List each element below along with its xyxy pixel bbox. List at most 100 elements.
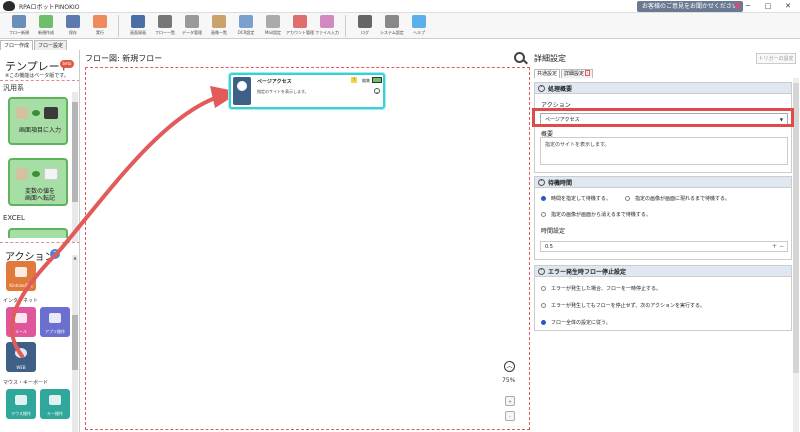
- detail-tab-bar: 共通設定 詳細設定!: [534, 69, 594, 78]
- beta-badge: beta: [60, 60, 74, 68]
- template-card-transfer[interactable]: 変数の値を 画面へ転記: [8, 158, 68, 206]
- tab-detail-label: 詳細設定: [564, 71, 585, 77]
- card-label: 画面項目に入力: [18, 127, 61, 134]
- ribbon-button-label: 画像一覧: [211, 30, 227, 35]
- ribbon-button-label: アカウント管理: [286, 30, 314, 35]
- action-scrollbar[interactable]: ▲: [72, 255, 78, 432]
- wait-time-input[interactable]: 0.5 + −: [540, 241, 788, 252]
- ribbon-button-help[interactable]: ヘルプ: [406, 13, 432, 39]
- detail-scrollbar[interactable]: [793, 78, 799, 432]
- error-option-continue[interactable]: エラーが発生してもフローを停止せず、次のアクションを実行する。: [541, 302, 705, 309]
- summary-textarea[interactable]: 指定のサイトを表示します。: [540, 137, 788, 165]
- ribbon-button-mail[interactable]: Mail設定: [260, 13, 286, 39]
- ribbon-button-data[interactable]: データ管理: [179, 13, 205, 39]
- tile-mouse[interactable]: マウス操作: [6, 389, 36, 419]
- wait-option-disappear[interactable]: 指定の画像が画面から消えるまで待機する。: [541, 211, 651, 218]
- feedback-button[interactable]: お客様のご意見をお聞かせください: [637, 1, 744, 12]
- ribbon-button-account[interactable]: アカウント管理: [286, 13, 314, 39]
- node-toggle[interactable]: [372, 77, 382, 83]
- error-option-pause[interactable]: エラーが発生した場合、フローを一時停止する。: [541, 285, 661, 292]
- tile-web[interactable]: WEB: [6, 342, 36, 372]
- template-scrollbar[interactable]: [72, 92, 78, 242]
- stepper-icon[interactable]: + −: [772, 242, 784, 252]
- tile-mail[interactable]: メール: [6, 307, 36, 337]
- ribbon-button-new-flow[interactable]: フロー新規: [6, 13, 32, 39]
- new-flow-icon: [12, 15, 26, 28]
- gear-icon: [385, 15, 399, 28]
- radio-label: 時間を指定して待機する。: [551, 196, 611, 202]
- help-icon: [412, 15, 426, 28]
- wait-option-time[interactable]: 時間を指定して待機する。: [541, 195, 611, 202]
- card-label-line-2: 画面へ転記: [24, 195, 55, 202]
- tab-common-settings[interactable]: 共通設定: [534, 69, 561, 78]
- record-icon: [131, 15, 145, 28]
- radio-selected[interactable]: [541, 320, 546, 325]
- section-header[interactable]: ˄ 待機時間: [535, 177, 791, 188]
- ribbon-button-create[interactable]: 新規作成: [33, 13, 59, 39]
- ribbon-button-images[interactable]: 画像一覧: [206, 13, 232, 39]
- section-header[interactable]: ˄ エラー発生時フロー停止設定: [535, 266, 791, 277]
- tab-flow-settings[interactable]: フロー設定: [34, 40, 68, 50]
- internet-section-label: インターネット: [3, 298, 39, 304]
- help-icon[interactable]: ?: [50, 249, 60, 259]
- error-option-follow[interactable]: フロー全体の設定に従う。: [541, 319, 611, 326]
- close-button[interactable]: ✕: [778, 0, 798, 13]
- tile-label: アプリ操作: [45, 329, 65, 334]
- mouse-icon: [15, 395, 27, 405]
- scroll-up-icon[interactable]: ▲: [72, 255, 78, 261]
- globe-icon: [15, 348, 27, 358]
- ribbon-button-gear[interactable]: システム設定: [379, 13, 405, 39]
- zoom-out-button[interactable]: -: [505, 411, 515, 421]
- radio-label: フロー全体の設定に従う。: [551, 320, 611, 326]
- radio-label: 指定の画像が画面から消えるまで待機する。: [551, 212, 651, 218]
- screen-icon: [44, 168, 58, 180]
- search-icon[interactable]: [514, 52, 525, 63]
- arrow-icon: [32, 171, 40, 177]
- ribbon-button-file[interactable]: ファイル入力: [314, 13, 340, 39]
- radio-selected[interactable]: [541, 196, 546, 201]
- ribbon-separator: [118, 15, 119, 37]
- radio[interactable]: [541, 212, 546, 217]
- chevron-up-icon[interactable]: ︿: [504, 361, 515, 372]
- minimize-button[interactable]: ─: [738, 0, 758, 13]
- template-card-excel[interactable]: [8, 228, 68, 238]
- cloud-icon: [15, 267, 27, 277]
- tile-kintone[interactable]: Kintone連携: [6, 261, 36, 291]
- wait-option-appear[interactable]: 指定の画像が画面に現れるまで待機する。: [625, 195, 730, 202]
- time-setting-label: 時間設定: [541, 228, 566, 235]
- scrollbar-thumb[interactable]: [72, 315, 78, 370]
- ribbon-button-save[interactable]: 保存: [60, 13, 86, 39]
- maximize-button[interactable]: □: [758, 0, 778, 13]
- excel-section-label: EXCEL: [3, 214, 25, 222]
- flow-title: フロー図: 新規フロー: [85, 54, 163, 63]
- ribbon-button-label: OCR設定: [237, 30, 255, 35]
- tab-detail-settings[interactable]: 詳細設定!: [561, 69, 594, 78]
- mail-icon: [266, 15, 280, 28]
- template-card-input[interactable]: 画面項目に入力: [8, 97, 68, 145]
- window-controls: ─ □ ✕: [738, 0, 798, 13]
- keyboard-icon: [49, 395, 61, 405]
- tile-app[interactable]: アプリ操作: [40, 307, 70, 337]
- card-label: 変数の値を 画面へ転記: [10, 188, 70, 202]
- ribbon-button-list[interactable]: フロー一覧: [152, 13, 178, 39]
- ribbon-button-ocr[interactable]: OCR設定: [233, 13, 259, 39]
- section-header[interactable]: ˄ 処理概要: [535, 83, 791, 94]
- tile-key[interactable]: キー操作: [40, 389, 70, 419]
- radio[interactable]: [541, 303, 546, 308]
- radio[interactable]: [625, 196, 630, 201]
- flow-canvas[interactable]: [85, 67, 530, 430]
- trigger-settings-button[interactable]: トリガーの設定: [756, 53, 796, 64]
- zoom-in-button[interactable]: +: [505, 396, 515, 406]
- node-edit-label[interactable]: 編集: [362, 78, 370, 84]
- radio-label: 指定の画像が画面に現れるまで待機する。: [635, 196, 731, 202]
- ribbon-button-record[interactable]: 画面録画: [125, 13, 151, 39]
- app-logo-icon: [3, 1, 15, 11]
- ribbon-button-run[interactable]: 実行: [87, 13, 113, 39]
- flow-node-page-access[interactable]: ページアクセス 指定のサイトを表示します。 ! 編集 ⌄: [229, 73, 385, 109]
- radio[interactable]: [541, 286, 546, 291]
- ribbon-button-label: ヘルプ: [413, 30, 425, 35]
- chevron-down-icon[interactable]: ⌄: [374, 88, 380, 94]
- scrollbar-thumb[interactable]: [72, 102, 78, 202]
- tab-flow-create[interactable]: フロー作成: [0, 40, 34, 50]
- ribbon-button-log[interactable]: ログ: [352, 13, 378, 39]
